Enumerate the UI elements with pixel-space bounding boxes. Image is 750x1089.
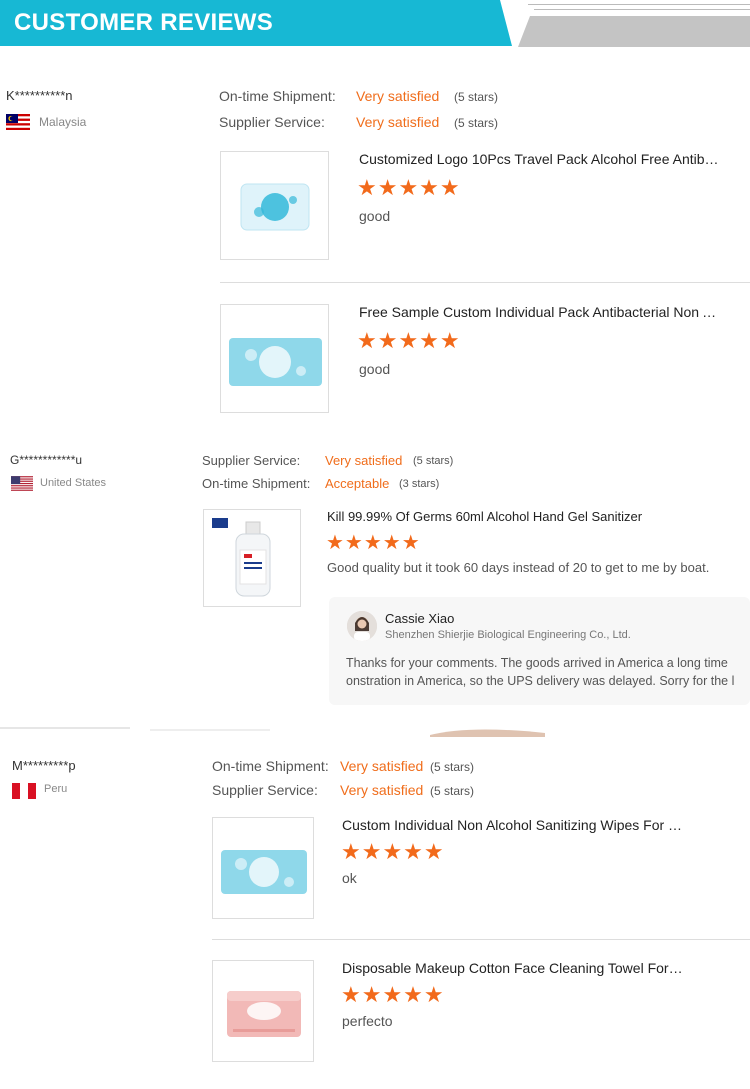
header-decor-block: [518, 16, 750, 47]
review-comment: Good quality but it took 60 days instead…: [327, 560, 710, 575]
rating-value: Very satisfied: [340, 782, 424, 798]
person-avatar-icon: [347, 611, 377, 641]
rating-label: Supplier Service:: [212, 782, 318, 798]
product-image[interactable]: [220, 151, 329, 260]
product-image[interactable]: [212, 960, 314, 1062]
avatar: [347, 611, 377, 641]
hand-sanitizer-bottle-icon: [212, 518, 271, 597]
rating-stars-text: (5 stars): [430, 784, 475, 798]
product-title-link[interactable]: Kill 99.99% Of Germs 60ml Alcohol Hand G…: [327, 509, 727, 524]
reviewer-country: Peru: [44, 783, 68, 795]
page-title: CUSTOMER REVIEWS: [14, 9, 274, 36]
rating-stars-text: (5 stars): [454, 90, 499, 104]
product-title-link[interactable]: Disposable Makeup Cotton Face Cleaning T…: [342, 960, 686, 976]
reply-company: Shenzhen Shierjie Biological Engineering…: [385, 629, 631, 641]
reviewer-name: G************u: [10, 453, 83, 467]
star-rating: ★★★★★: [341, 982, 445, 1007]
rating-stars-text: (5 stars): [430, 760, 475, 774]
rating-value: Very satisfied: [356, 88, 440, 104]
rating-value: Acceptable: [325, 476, 390, 491]
malaysia-flag-icon: [6, 114, 30, 130]
reply-text: onstration in America, so the UPS delive…: [346, 674, 735, 688]
rating-stars-text: (3 stars): [399, 478, 440, 490]
review-comment: good: [359, 208, 391, 224]
rating-label: Supplier Service:: [202, 453, 301, 468]
rating-value: Very satisfied: [325, 453, 403, 468]
rating-label: On-time Shipment:: [219, 88, 336, 104]
cotton-towel-pack-icon: [227, 991, 301, 1037]
reviewer-country: United States: [40, 477, 107, 489]
star-rating: ★★★★★: [357, 328, 461, 353]
supplier-reply: Cassie Xiao Shenzhen Shierjie Biological…: [329, 597, 750, 705]
reviewer-name: K**********n: [6, 88, 73, 103]
star-rating: ★★★★★: [341, 839, 445, 864]
divider: [212, 939, 750, 940]
review-comment: good: [359, 361, 391, 377]
section-break: [0, 727, 545, 737]
product-title-link[interactable]: Customized Logo 10Pcs Travel Pack Alcoho…: [359, 151, 725, 167]
wet-wipes-pack-icon: [229, 338, 322, 386]
product-image[interactable]: [212, 817, 314, 919]
star-rating: ★★★★★: [357, 175, 461, 200]
review-comment: perfecto: [342, 1013, 393, 1029]
product-image[interactable]: [203, 509, 301, 607]
reviewer-name: M*********p: [12, 758, 76, 773]
rating-label: Supplier Service:: [219, 114, 325, 130]
reply-text: Thanks for your comments. The goods arri…: [346, 656, 728, 670]
reply-author: Cassie Xiao: [385, 611, 455, 626]
rating-value: Very satisfied: [340, 758, 424, 774]
product-title-link[interactable]: Custom Individual Non Alcohol Sanitizing…: [342, 817, 686, 833]
header-decor-line: [534, 9, 750, 10]
peru-flag-icon: [12, 783, 36, 799]
us-flag-icon: [11, 476, 33, 491]
product-title-link[interactable]: Free Sample Custom Individual Pack Antib…: [359, 304, 725, 320]
header-decor-line: [528, 4, 750, 5]
rating-stars-text: (5 stars): [413, 455, 454, 467]
wet-wipes-pack-icon: [221, 850, 307, 894]
wet-wipes-pack-icon: [240, 183, 310, 231]
star-rating: ★★★★★: [326, 532, 421, 554]
rating-label: On-time Shipment:: [202, 476, 311, 491]
rating-stars-text: (5 stars): [454, 116, 499, 130]
reviewer-country: Malaysia: [39, 115, 87, 129]
review-comment: ok: [342, 870, 357, 886]
reviews-header: CUSTOMER REVIEWS: [0, 0, 750, 48]
divider: [220, 282, 750, 283]
product-image[interactable]: [220, 304, 329, 413]
rating-label: On-time Shipment:: [212, 758, 329, 774]
rating-value: Very satisfied: [356, 114, 440, 130]
